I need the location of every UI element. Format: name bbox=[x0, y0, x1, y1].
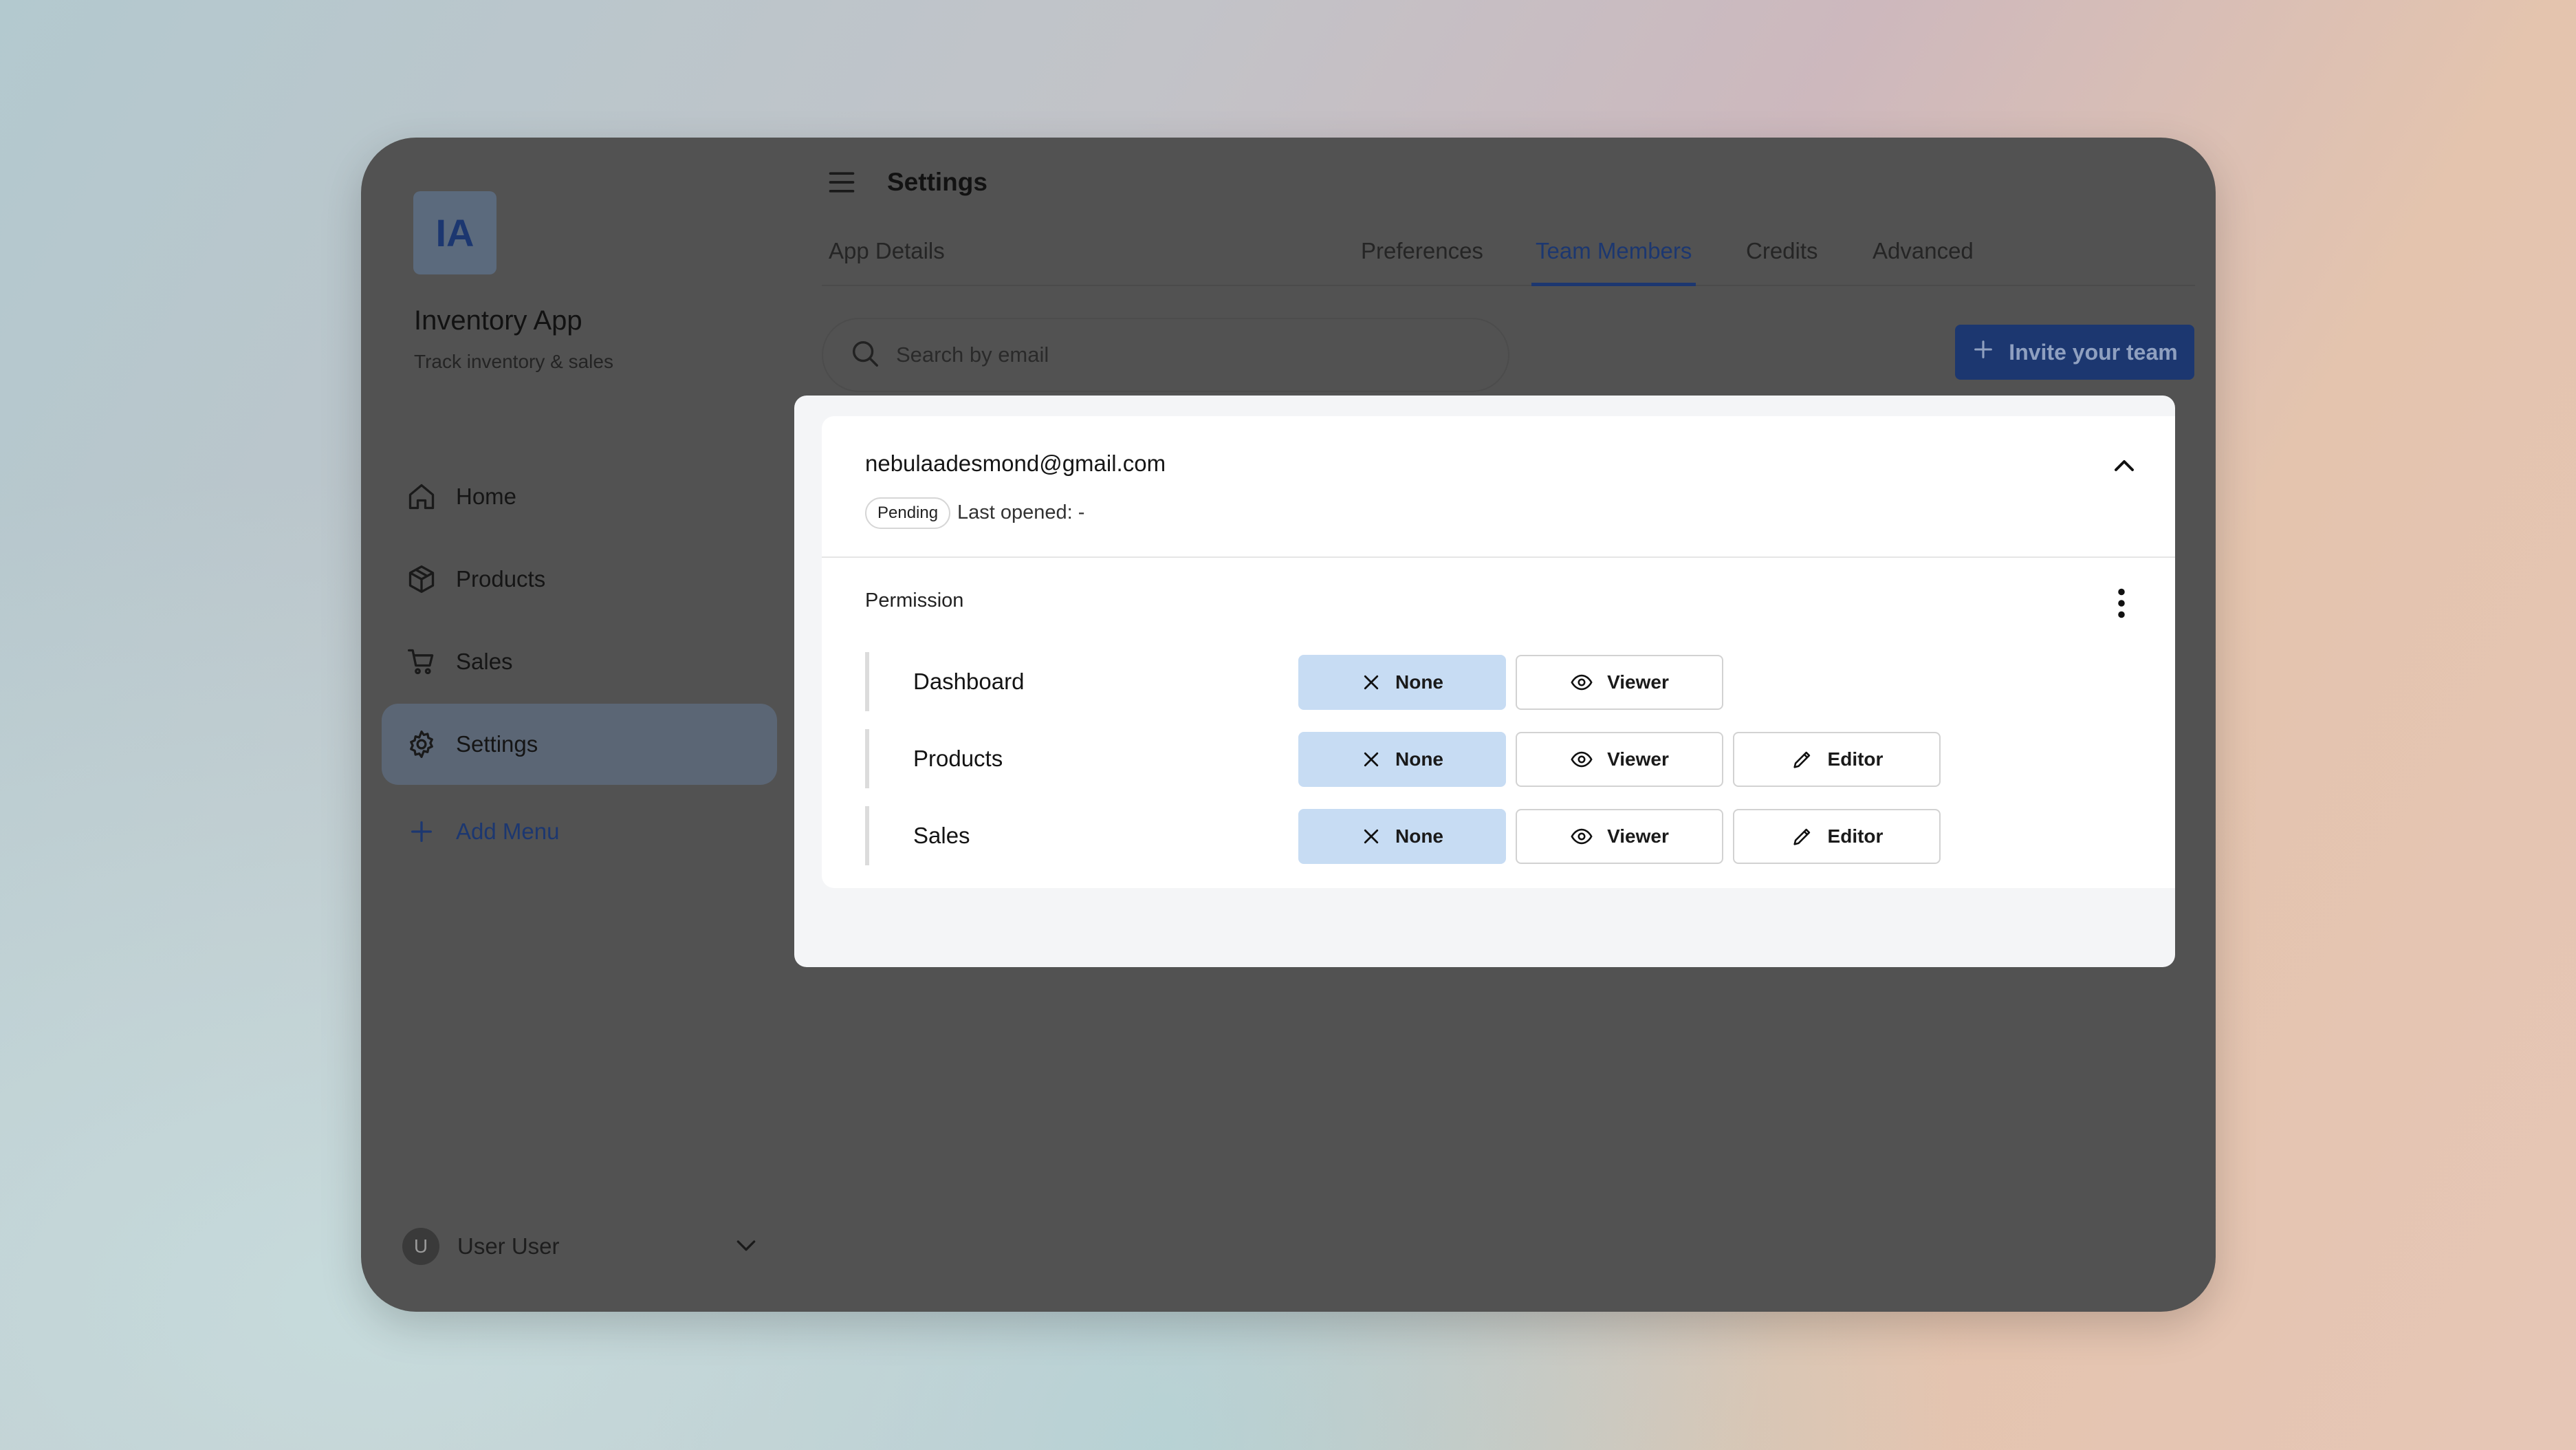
option-label: Viewer bbox=[1607, 748, 1669, 770]
invite-button-label: Invite your team bbox=[2009, 339, 2178, 365]
option-label: Editor bbox=[1827, 825, 1884, 847]
plus-icon bbox=[405, 815, 438, 848]
avatar-initial: U bbox=[413, 1235, 428, 1257]
divider bbox=[822, 556, 2175, 558]
permission-name: Sales bbox=[913, 823, 970, 848]
sales-viewer-option[interactable]: Viewer bbox=[1516, 809, 1723, 864]
row-indicator bbox=[865, 806, 869, 865]
pencil-icon bbox=[1793, 751, 1810, 768]
member-detail-panel: nebulaadesmond@gmail.com Pending Last op… bbox=[794, 396, 2175, 967]
option-label: Editor bbox=[1827, 748, 1884, 770]
option-label: Viewer bbox=[1607, 671, 1669, 693]
search-input[interactable]: Search by email bbox=[822, 318, 1509, 392]
sales-editor-option[interactable]: Editor bbox=[1733, 809, 1941, 864]
eye-icon bbox=[1571, 674, 1593, 691]
chevron-down-icon bbox=[732, 1231, 760, 1262]
sidebar-item-products[interactable]: Products bbox=[382, 539, 777, 620]
gear-icon bbox=[405, 728, 438, 761]
tab-app-details[interactable]: App Details bbox=[825, 238, 949, 286]
search-placeholder: Search by email bbox=[896, 343, 1049, 367]
row-indicator bbox=[865, 652, 869, 711]
sidebar-item-label: Sales bbox=[456, 649, 513, 674]
status-badge-label: Pending bbox=[877, 504, 939, 522]
permission-label: Permission bbox=[865, 589, 964, 612]
hamburger-menu-icon[interactable] bbox=[823, 164, 860, 201]
tab-advanced[interactable]: Advanced bbox=[1868, 238, 1978, 286]
option-label: None bbox=[1395, 671, 1443, 693]
box-icon bbox=[405, 563, 438, 596]
add-menu-label: Add Menu bbox=[456, 819, 560, 844]
dashboard-viewer-option[interactable]: Viewer bbox=[1516, 655, 1723, 710]
tab-credits[interactable]: Credits bbox=[1742, 238, 1822, 286]
page-title: Settings bbox=[887, 168, 987, 196]
last-opened-text: Last opened: - bbox=[957, 501, 1085, 523]
close-icon bbox=[1364, 752, 1379, 767]
app-title: Inventory App bbox=[414, 305, 582, 336]
sidebar-item-label: Home bbox=[456, 484, 517, 509]
user-name: User User bbox=[457, 1233, 560, 1259]
products-none-option[interactable]: None bbox=[1298, 732, 1506, 787]
close-icon bbox=[1364, 829, 1379, 844]
tab-preferences[interactable]: Preferences bbox=[1357, 238, 1487, 286]
permission-name: Products bbox=[913, 746, 1003, 771]
avatar: U bbox=[402, 1228, 439, 1265]
eye-icon bbox=[1571, 828, 1593, 845]
invite-team-button[interactable]: Invite your team bbox=[1955, 325, 2194, 380]
member-card: nebulaadesmond@gmail.com Pending Last op… bbox=[822, 416, 2175, 888]
plus-icon bbox=[1972, 338, 1995, 367]
products-editor-option[interactable]: Editor bbox=[1733, 732, 1941, 787]
option-label: Viewer bbox=[1607, 825, 1669, 847]
tab-team-members[interactable]: Team Members bbox=[1531, 238, 1696, 286]
status-badge: Pending bbox=[865, 497, 951, 529]
add-menu-button[interactable]: Add Menu bbox=[382, 791, 777, 872]
member-email: nebulaadesmond@gmail.com bbox=[865, 451, 1166, 476]
close-icon bbox=[1364, 675, 1379, 690]
permission-name: Dashboard bbox=[913, 669, 1025, 694]
row-indicator bbox=[865, 729, 869, 788]
products-viewer-option[interactable]: Viewer bbox=[1516, 732, 1723, 787]
option-label: None bbox=[1395, 748, 1443, 770]
more-options-icon[interactable] bbox=[2108, 587, 2135, 620]
permission-row-dashboard: Dashboard None Viewer bbox=[865, 652, 1965, 711]
sidebar-item-sales[interactable]: Sales bbox=[382, 621, 777, 702]
permission-row-sales: Sales None Viewer Editor bbox=[865, 806, 1965, 865]
app-subtitle: Track inventory & sales bbox=[414, 351, 613, 372]
dashboard-none-option[interactable]: None bbox=[1298, 655, 1506, 710]
sidebar-item-home[interactable]: Home bbox=[382, 456, 777, 537]
chevron-up-icon[interactable] bbox=[2108, 449, 2141, 482]
eye-icon bbox=[1571, 751, 1593, 768]
sidebar-item-label: Settings bbox=[456, 731, 538, 757]
app-logo: IA bbox=[413, 191, 496, 274]
user-menu[interactable]: U User User bbox=[402, 1226, 760, 1267]
cart-icon bbox=[405, 645, 438, 678]
sidebar-item-settings[interactable]: Settings bbox=[382, 704, 777, 785]
tab-bar: App Details Preferences Team Members Cre… bbox=[822, 238, 2195, 286]
option-label: None bbox=[1395, 825, 1443, 847]
sidebar-item-label: Products bbox=[456, 566, 546, 592]
home-icon bbox=[405, 480, 438, 513]
sales-none-option[interactable]: None bbox=[1298, 809, 1506, 864]
pencil-icon bbox=[1793, 828, 1810, 845]
logo-initials: IA bbox=[435, 211, 474, 255]
search-icon bbox=[849, 338, 881, 373]
permission-row-products: Products None Viewer Editor bbox=[865, 729, 1965, 788]
